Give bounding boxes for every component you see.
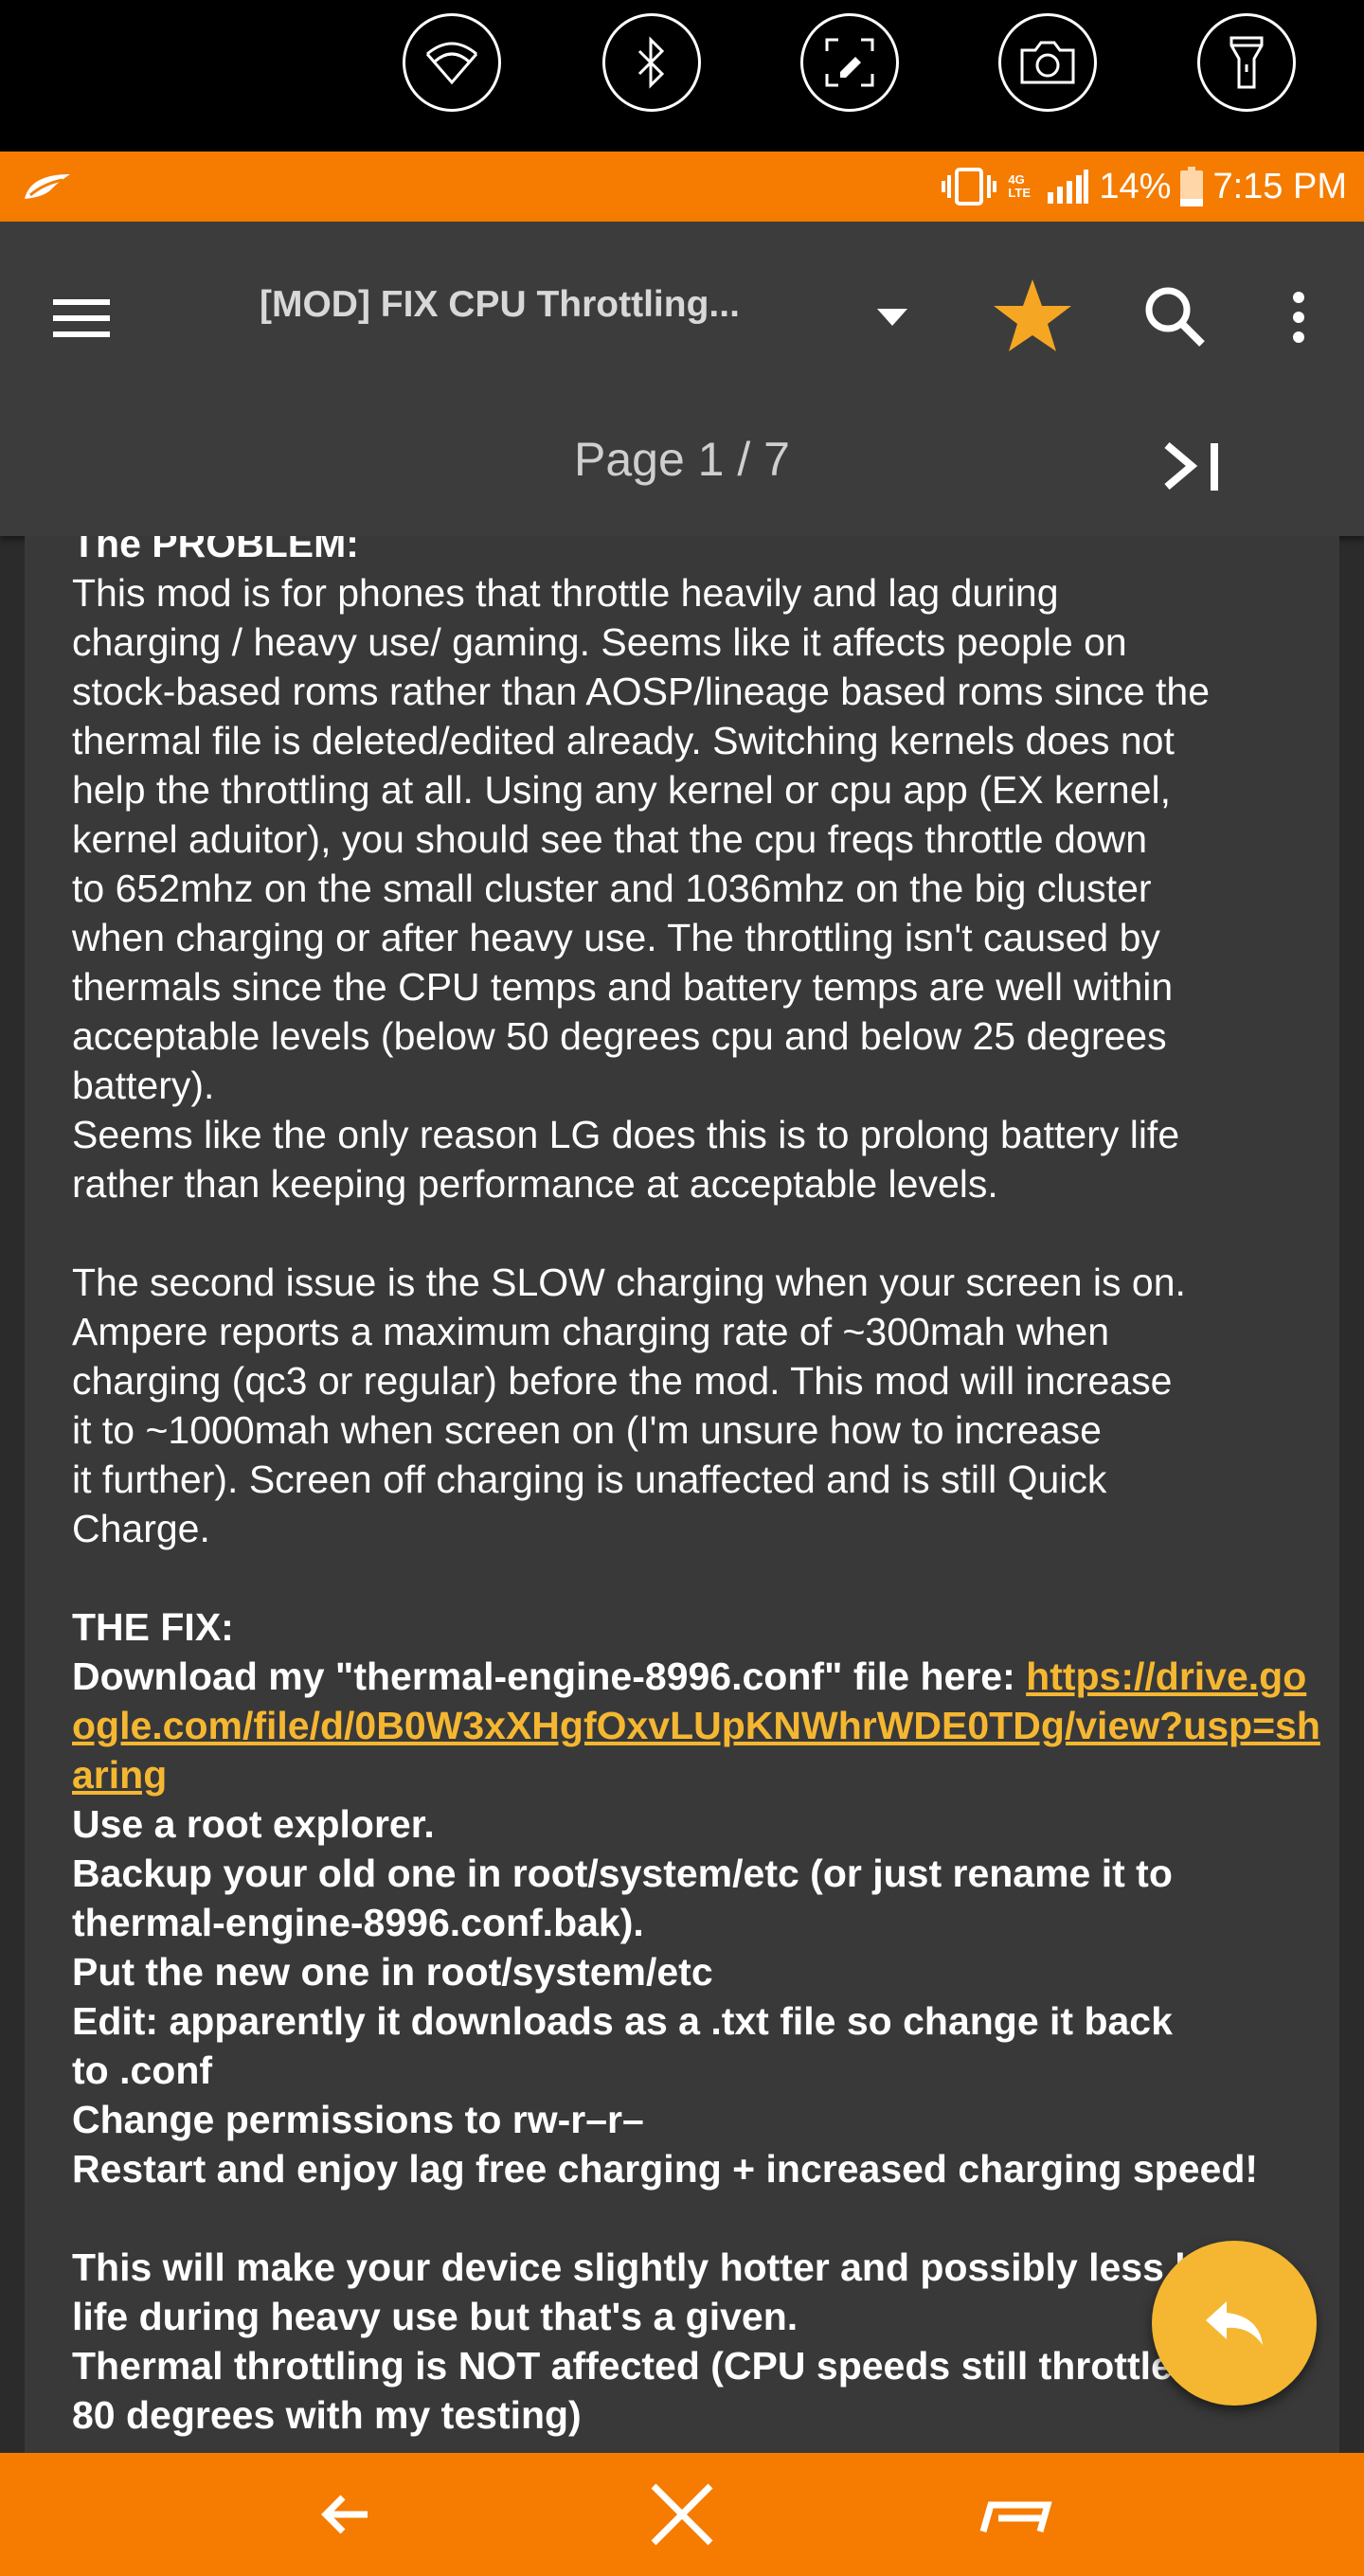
- screen-capture-toggle[interactable]: [800, 13, 899, 112]
- post-body: The PROBLEM: This mod is for phones that…: [72, 536, 1322, 2440]
- close-button[interactable]: [611, 2462, 753, 2567]
- camera-icon: [1020, 41, 1075, 84]
- last-page-icon: [1164, 441, 1218, 491]
- step-2: Backup your old one in root/system/etc (…: [72, 1852, 1173, 1944]
- more-vert-icon: [1293, 292, 1304, 343]
- step-5: Change permissions to rw-r–r–: [72, 2098, 644, 2141]
- back-button[interactable]: [275, 2462, 417, 2567]
- page-indicator[interactable]: Page 1 / 7: [512, 432, 852, 487]
- problem-heading: The PROBLEM:: [72, 536, 359, 565]
- wifi-toggle[interactable]: [403, 13, 501, 112]
- menu-button[interactable]: [42, 278, 121, 358]
- vibrate-icon: [942, 168, 997, 206]
- camera-toggle[interactable]: [998, 13, 1097, 112]
- bluetooth-icon: [637, 36, 665, 89]
- recents-button[interactable]: [944, 2462, 1086, 2567]
- reply-fab[interactable]: [1152, 2241, 1317, 2406]
- navigation-bar: [0, 2453, 1364, 2576]
- network-type-label: 4G LTE: [1008, 172, 1031, 200]
- menu-icon: [53, 299, 110, 337]
- slow-charging-paragraph: The second issue is the SLOW charging wh…: [72, 1261, 1186, 1550]
- app-toolbar: [MOD] FIX CPU Throttling... Page 1 / 7: [0, 222, 1364, 536]
- thread-title[interactable]: [MOD] FIX CPU Throttling...: [260, 284, 790, 326]
- bluetooth-toggle[interactable]: [602, 13, 701, 112]
- notification-leaf-icon: [25, 174, 70, 199]
- download-line: Download my "thermal-engine-8996.conf" f…: [72, 1652, 1322, 1799]
- search-button[interactable]: [1127, 269, 1222, 364]
- wifi-icon: [425, 42, 478, 85]
- fix-heading: THE FIX:: [72, 1605, 234, 1649]
- search-icon: [1145, 287, 1205, 347]
- battery-icon: [1180, 167, 1204, 206]
- problem-paragraph: This mod is for phones that throttle hea…: [72, 571, 1211, 1107]
- flashlight-toggle[interactable]: [1197, 13, 1296, 112]
- step-1: Use a root explorer.: [72, 1802, 435, 1846]
- note-heat: This will make your device slightly hott…: [72, 2245, 1186, 2338]
- note-throttling: Thermal throttling is NOT affected (CPU …: [72, 2344, 1205, 2437]
- download-prefix: Download my "thermal-engine-8996.conf" f…: [72, 1655, 1027, 1698]
- screen-capture-icon: [825, 38, 874, 87]
- step-3: Put the new one in root/system/etc: [72, 1950, 713, 1994]
- thread-dropdown-button[interactable]: [864, 294, 921, 341]
- post-content: The PROBLEM: This mod is for phones that…: [25, 536, 1339, 2453]
- signal-icon: [1048, 170, 1089, 204]
- step-6: Restart and enjoy lag free charging + in…: [72, 2147, 1259, 2191]
- battery-life-paragraph: Seems like the only reason LG does this …: [72, 1113, 1180, 1206]
- last-page-button[interactable]: [1156, 428, 1231, 504]
- flashlight-icon: [1229, 36, 1264, 89]
- back-arrow-icon: [321, 2495, 368, 2534]
- battery-percent: 14%: [1099, 166, 1172, 206]
- dropdown-icon: [877, 309, 907, 326]
- close-x-icon: [651, 2483, 713, 2546]
- reply-icon: [1206, 2301, 1263, 2345]
- clock: 7:15 PM: [1212, 166, 1347, 206]
- favorite-button[interactable]: [985, 269, 1080, 364]
- quick-settings-bar: [0, 0, 1364, 152]
- star-icon: [994, 279, 1071, 351]
- recents-icon: [979, 2501, 1052, 2532]
- status-bar: 4G LTE 14% 7:15 PM: [0, 152, 1364, 222]
- more-options-button[interactable]: [1269, 275, 1328, 360]
- step-4: Edit: apparently it downloads as a .txt …: [72, 1999, 1173, 2092]
